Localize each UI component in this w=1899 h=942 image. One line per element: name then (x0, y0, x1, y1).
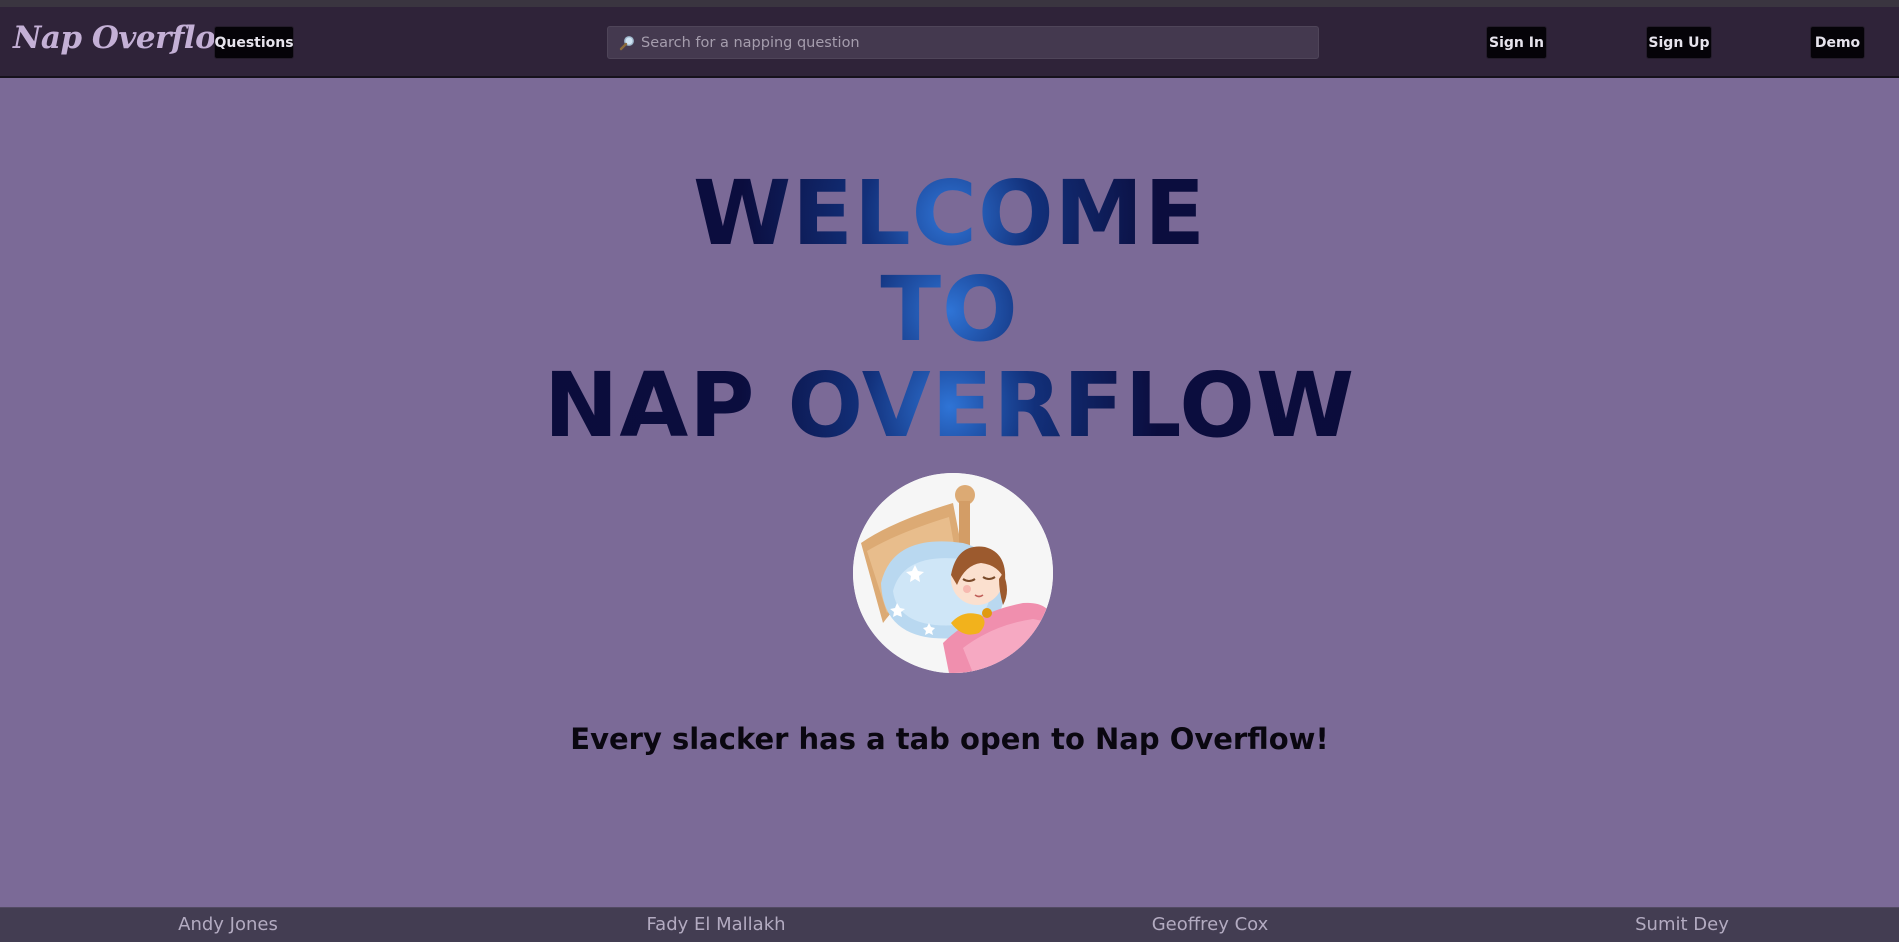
footer-author-link[interactable]: Geoffrey Cox (1152, 914, 1269, 935)
footer: Andy Jones Fady El Mallakh Geoffrey Cox … (0, 907, 1899, 942)
sign-up-button[interactable]: Sign Up (1646, 26, 1712, 59)
demo-button[interactable]: Demo (1810, 26, 1865, 59)
footer-author-link[interactable]: Andy Jones (178, 914, 278, 935)
footer-author-link[interactable]: Sumit Dey (1635, 914, 1729, 935)
welcome-heading-line-1: WELCOME (0, 165, 1899, 261)
welcome-heading-line-2: TO (0, 261, 1899, 357)
footer-author-link[interactable]: Fady El Mallakh (646, 914, 785, 935)
questions-button[interactable]: Questions (214, 26, 294, 59)
navbar: Nap Overflow Questions Sign In Sign Up D… (0, 7, 1899, 78)
magnifier-icon (619, 34, 637, 52)
site-logo[interactable]: Nap Overflow (13, 20, 242, 56)
tagline: Every slacker has a tab open to Nap Over… (570, 722, 1329, 756)
welcome-heading: WELCOME TO NAP OVERFLOW (0, 165, 1899, 453)
sleeping-girl-illustration (853, 473, 1053, 673)
search-input[interactable] (641, 28, 1301, 57)
search-bar[interactable] (607, 26, 1319, 59)
window-top-strip (0, 0, 1899, 7)
welcome-heading-line-3: NAP OVERFLOW (0, 357, 1899, 453)
sign-in-button[interactable]: Sign In (1486, 26, 1547, 59)
